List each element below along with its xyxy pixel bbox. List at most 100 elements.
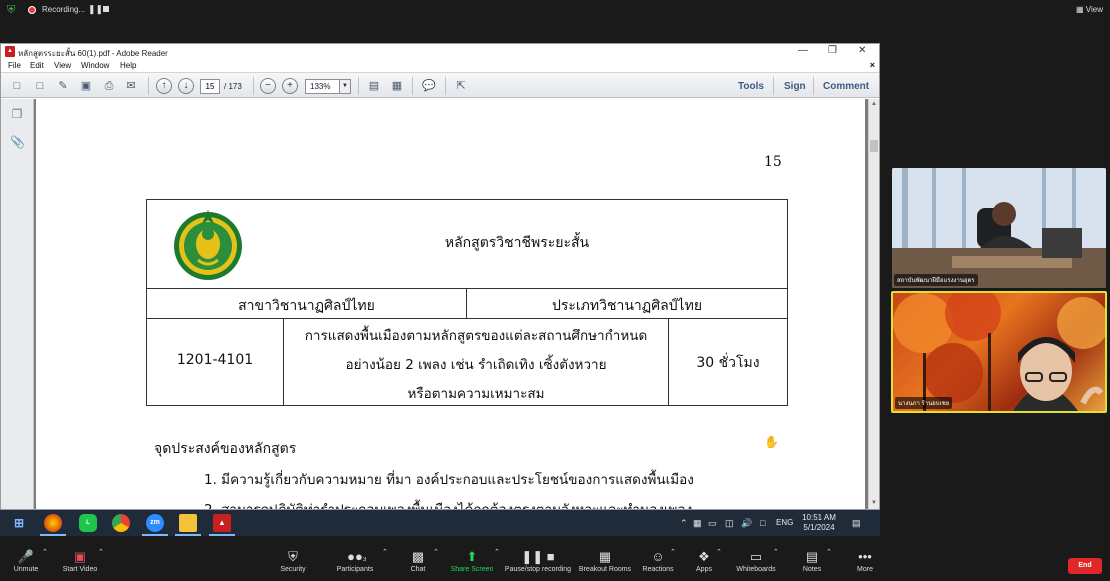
edit-pdf-icon[interactable]: ✎ (55, 78, 71, 94)
whiteboards-button[interactable]: ▭ Whiteboards (734, 548, 778, 573)
comment-button[interactable]: Comment (823, 81, 869, 92)
menu-file[interactable]: File (8, 61, 21, 70)
notification-icon[interactable]: ▤ (852, 518, 861, 529)
previous-page-icon[interactable]: ↑ (156, 78, 172, 94)
close-document-icon[interactable]: × (870, 60, 875, 70)
pause-recording-button[interactable]: ❚❚ ■ Pause/stop recording (504, 548, 572, 573)
zoom-level-value: 133% (310, 82, 331, 91)
video-options-caret-icon[interactable]: ⌃ (98, 548, 104, 556)
objective-item: 1. มีความรู้เกี่ยวกับความหมาย ที่มา องค์… (204, 472, 694, 488)
clock-date: 5/1/2024 (803, 523, 835, 532)
pause-stop-icon: ❚❚ ■ (521, 549, 555, 564)
tray-device-icon[interactable]: □ (760, 518, 765, 528)
reactions-options-caret-icon[interactable]: ⌃ (670, 548, 676, 556)
next-page-icon[interactable]: ↓ (178, 78, 194, 94)
sign-button[interactable]: Sign (784, 81, 806, 92)
minimize-icon[interactable]: — (798, 45, 808, 56)
zoom-out-icon[interactable]: − (260, 78, 276, 94)
whiteboards-label: Whiteboards (736, 566, 776, 573)
scroll-up-icon[interactable]: ▲ (871, 101, 877, 107)
menu-view[interactable]: View (54, 61, 71, 70)
unmute-button[interactable]: 🎤 Unmute (8, 548, 44, 573)
create-pdf-icon[interactable]: □ (9, 78, 25, 94)
menu-help[interactable]: Help (120, 61, 136, 70)
apps-icon: ❖ (698, 549, 710, 564)
start-video-button[interactable]: ▣ Start Video (58, 548, 102, 573)
active-speaker-video-tile[interactable]: นางนภา ร้านอบเชย (891, 291, 1107, 413)
notes-label: Notes (802, 566, 822, 573)
pause-recording-icon[interactable]: ❚❚ (88, 4, 103, 15)
shield-icon: ⛨ (288, 549, 298, 564)
chevron-up-icon[interactable]: ⌃ (680, 518, 688, 529)
adobe-reader-window: ▲ หลักสูตรระยะสั้น 60(1).pdf - Adobe Rea… (0, 43, 880, 510)
menu-edit[interactable]: Edit (30, 61, 44, 70)
participants-button[interactable]: ●● Participants (334, 548, 376, 573)
reader-toolbar: □ □ ✎ ▣ ⎙ ✉ ↑ ↓ / 173 − + 133% ▼ ▤ ▦ 💬 ⇱… (1, 72, 879, 98)
stop-recording-icon[interactable] (103, 6, 109, 12)
chevron-down-icon[interactable]: ▼ (339, 80, 350, 93)
vertical-scrollbar[interactable]: ▲ ▼ (868, 99, 879, 509)
participants-options-caret-icon[interactable]: ⌃ (382, 548, 388, 556)
email-icon[interactable]: ✉ (123, 78, 139, 94)
firefox-icon[interactable] (44, 514, 62, 532)
taskbar-active-indicator (175, 534, 201, 536)
share-screen-button[interactable]: ⬆ Share Screen (450, 548, 494, 573)
adobe-reader-taskbar-icon[interactable]: ▲ (213, 514, 231, 532)
apps-button[interactable]: ❖ Apps (690, 548, 718, 573)
toolbar-separator (773, 77, 774, 95)
course-desc-line-1: การแสดงพื้นเมืองตามหลักสูตรของแต่ละสถานศ… (304, 328, 648, 344)
attachments-icon[interactable]: 📎 (10, 135, 25, 149)
participant-video-feed (892, 168, 1106, 288)
menu-bar: File Edit View Window Help × (1, 59, 879, 72)
chat-options-caret-icon[interactable]: ⌃ (433, 548, 439, 556)
toolbar-separator (148, 77, 149, 95)
tray-app-icon[interactable]: ▦ (693, 518, 702, 529)
windows-taskbar: ⊞ L zm ▲ ⌃ ▦ ▭ ◫ 🔊 □ ENG 10:51 AM 5/1/20… (0, 510, 880, 536)
network-icon[interactable]: ◫ (725, 518, 734, 529)
document-viewport[interactable]: 15 หลักสูตรวิชาชีพระยะสั้น สาขาวิชานาฏศิ… (34, 99, 868, 509)
participants-count: 3 (363, 557, 367, 563)
fit-width-icon[interactable]: ▦ (389, 78, 405, 94)
whiteboards-options-caret-icon[interactable]: ⌃ (773, 548, 779, 556)
page-number-input[interactable] (200, 79, 220, 94)
security-button[interactable]: ⛨ Security (276, 548, 310, 573)
volume-icon[interactable]: 🔊 (741, 518, 752, 529)
chrome-icon[interactable] (112, 514, 130, 532)
line-app-icon[interactable]: L (79, 514, 97, 532)
zoom-level-select[interactable]: 133% ▼ (305, 79, 351, 94)
more-button[interactable]: ••• More (851, 548, 879, 573)
input-language[interactable]: ENG (776, 518, 793, 527)
chat-button[interactable]: ▩ Chat (404, 548, 432, 573)
taskbar-clock[interactable]: 10:51 AM 5/1/2024 (798, 513, 840, 533)
participant-video-tile[interactable]: สถาบันพัฒนาฝีมือแรงงานอุดร (892, 168, 1106, 288)
zoom-in-icon[interactable]: + (282, 78, 298, 94)
print-icon[interactable]: ⎙ (101, 78, 117, 94)
comment-bubble-icon[interactable]: 💬 (421, 78, 437, 94)
tools-button[interactable]: Tools (738, 81, 764, 92)
windows-start-icon[interactable]: ⊞ (10, 514, 28, 532)
scrollbar-thumb[interactable] (870, 140, 878, 152)
notes-options-caret-icon[interactable]: ⌃ (826, 548, 832, 556)
view-button[interactable]: ▦ View (1076, 5, 1103, 14)
participants-icon: ●● (347, 549, 363, 564)
notes-button[interactable]: ▤ Notes (798, 548, 826, 573)
menu-window[interactable]: Window (81, 61, 109, 70)
file-explorer-icon[interactable] (179, 514, 197, 532)
apps-options-caret-icon[interactable]: ⌃ (716, 548, 722, 556)
page-thumbnails-icon[interactable]: ❐ (10, 107, 24, 121)
convert-pdf-icon[interactable]: □ (32, 78, 48, 94)
share-options-caret-icon[interactable]: ⌃ (494, 548, 500, 556)
breakout-rooms-button[interactable]: ▦ Breakout Rooms (578, 548, 632, 573)
fit-page-icon[interactable]: ▤ (366, 78, 382, 94)
toolbar-separator (253, 77, 254, 95)
scroll-down-icon[interactable]: ▼ (871, 500, 877, 506)
zoom-app-icon[interactable]: zm (146, 514, 164, 532)
save-icon[interactable]: ▣ (78, 78, 94, 94)
taskbar-active-indicator (209, 534, 235, 536)
end-meeting-button[interactable]: End (1068, 558, 1102, 574)
close-icon[interactable]: ✕ (858, 45, 866, 56)
restore-icon[interactable]: ❐ (828, 45, 837, 56)
audio-options-caret-icon[interactable]: ⌃ (42, 548, 48, 556)
read-mode-icon[interactable]: ⇱ (453, 78, 469, 94)
battery-icon[interactable]: ▭ (708, 518, 717, 529)
